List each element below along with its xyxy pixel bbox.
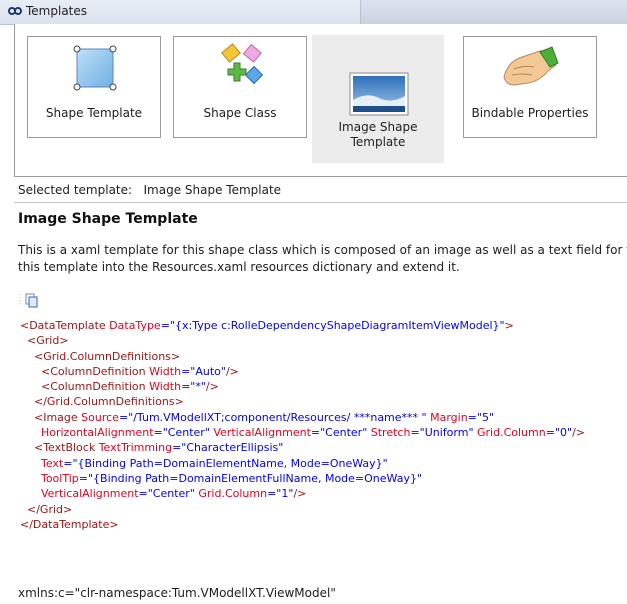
copy-button[interactable] (18, 291, 40, 309)
tile-label-line1: Image Shape (338, 120, 418, 134)
code-line: <Grid.ColumnDefinitions> (20, 349, 181, 363)
xaml-code-block: <DataTemplate DataType="{x:Type c:RolleD… (20, 318, 627, 532)
code-line: <ColumnDefinition Width="Auto"/> (20, 364, 239, 378)
code-line: <TextBlock TextTrimming="CharacterEllips… (20, 441, 284, 455)
divider (14, 202, 627, 203)
code-line: ToolTip="{Binding Path=DomainElementFull… (20, 471, 423, 485)
shape-template-icon (73, 45, 117, 91)
code-line: Text="{Binding Path=DomainElementName, M… (20, 456, 388, 470)
template-gallery: Shape Template Shape Class Image Shape T… (14, 24, 627, 177)
template-heading: Image Shape Template (18, 211, 198, 227)
template-description: This is a xaml template for this shape c… (18, 242, 627, 276)
code-line: <DataTemplate DataType="{x:Type c:RolleD… (20, 319, 514, 332)
shape-class-icon (221, 43, 264, 85)
tile-label: Bindable Properties (471, 106, 589, 120)
code-line: </Grid.ColumnDefinitions> (20, 395, 184, 409)
tile-shape-class[interactable]: Shape Class (173, 36, 307, 138)
selected-template-line: Selected template: Image Shape Template (18, 183, 281, 197)
description-line-1: This is a xaml template for this shape c… (18, 243, 627, 257)
title-bar-tab-area (360, 0, 627, 24)
image-shape-template-icon (349, 72, 409, 116)
copy-icon (19, 293, 38, 308)
description-line-2: this template into the Resources.xaml re… (18, 260, 460, 274)
code-line: HorizontalAlignment="Center" VerticalAli… (20, 426, 586, 440)
tile-shape-template[interactable]: Shape Template (27, 36, 161, 138)
selected-template-prefix: Selected template: (18, 183, 133, 197)
title-bar: Templates (0, 0, 627, 25)
tile-label: Shape Template (45, 106, 143, 120)
tile-label-line2: Template (350, 135, 406, 149)
code-line: <ColumnDefinition Width="*"/> (20, 380, 219, 394)
bindable-properties-icon (503, 46, 559, 86)
code-line: VerticalAlignment="Center" Grid.Column="… (20, 487, 307, 501)
code-line: <Grid> (20, 334, 69, 348)
code-line: <Image Source="/Tum.VModellXT;component/… (20, 410, 495, 424)
app-logo-icon (8, 7, 22, 15)
window-title: Templates (26, 4, 88, 18)
namespace-line: xmlns:c="clr-namespace:Tum.VModellXT.Vie… (18, 586, 336, 600)
tile-image-shape-template[interactable]: Image Shape Template (312, 35, 444, 163)
selected-template-value: Image Shape Template (143, 183, 282, 197)
tile-bindable-properties[interactable]: Bindable Properties (463, 36, 597, 138)
code-line: </Grid> (20, 502, 73, 516)
tile-label: Shape Class (203, 106, 277, 120)
code-line: </DataTemplate> (20, 517, 119, 531)
